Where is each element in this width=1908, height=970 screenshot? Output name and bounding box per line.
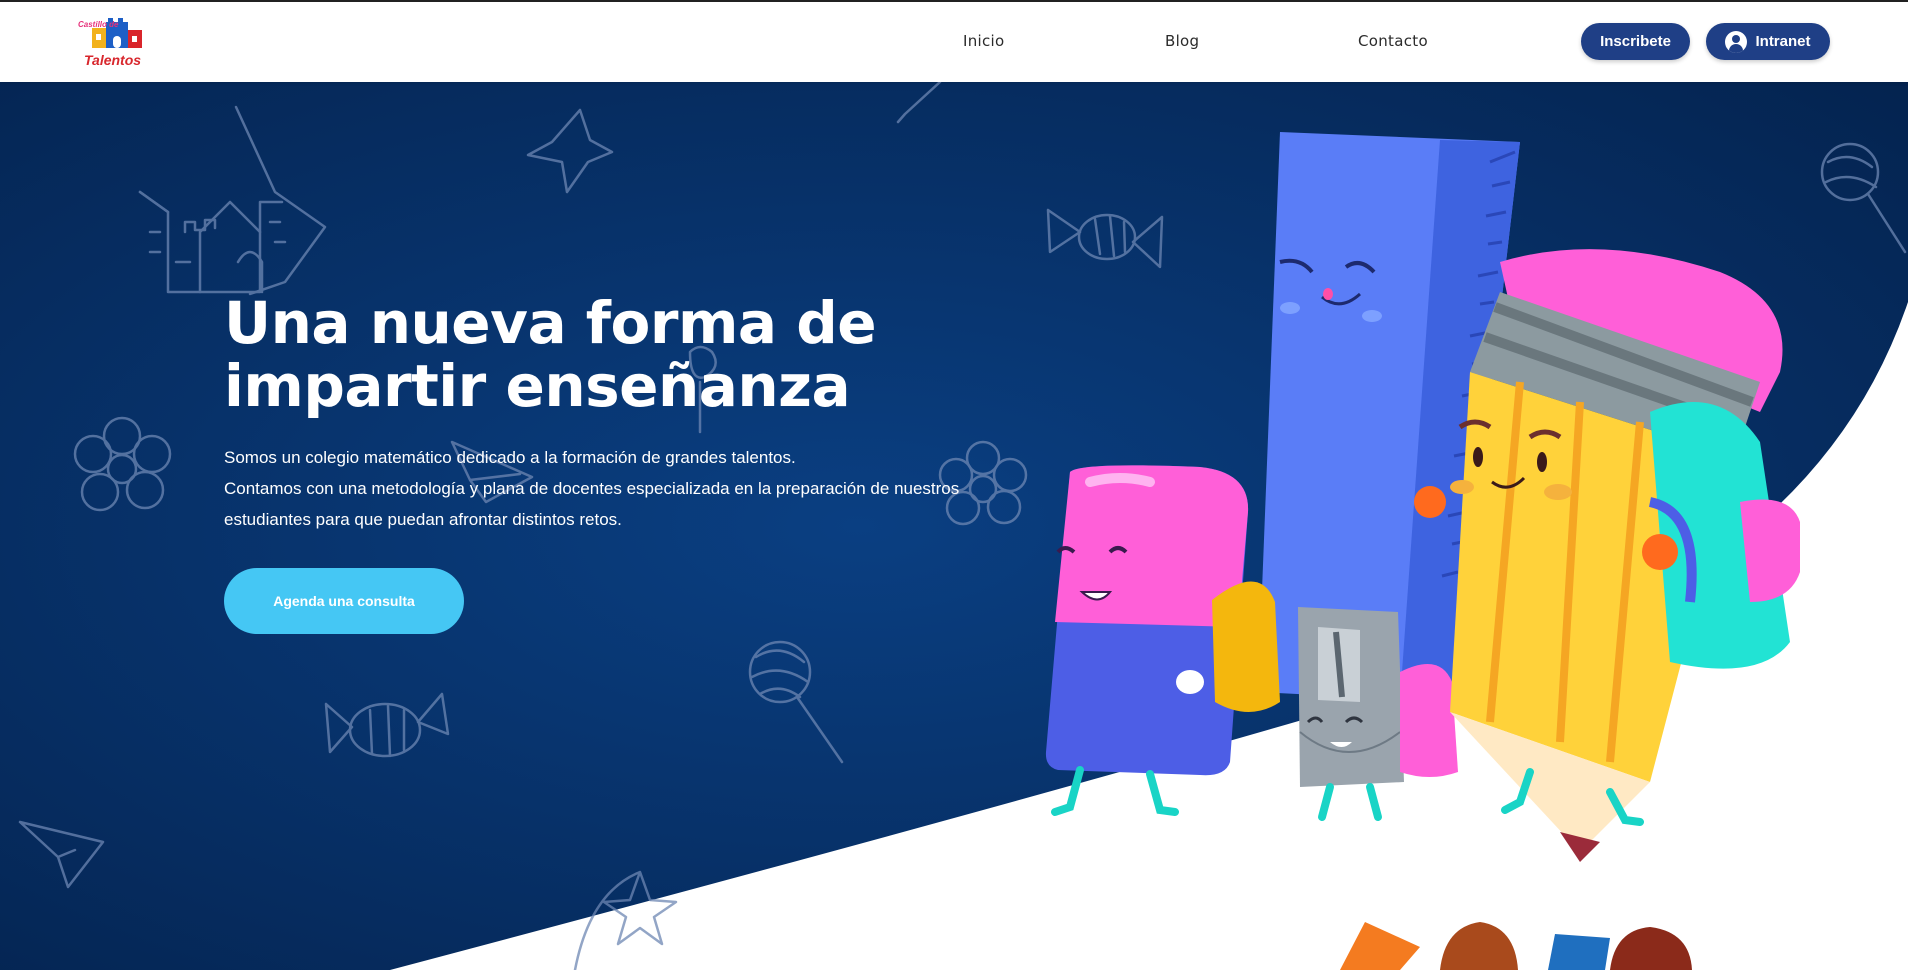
kids-illustration [1340, 922, 1692, 970]
hero-section: Una nueva forma de impartir enseñanza So… [0, 82, 1908, 970]
signup-button[interactable]: Inscribete [1581, 23, 1690, 60]
logo[interactable]: Castillo de Talentos [78, 16, 160, 68]
logo-top-text: Castillo de [78, 20, 119, 29]
signup-button-label: Inscribete [1600, 33, 1671, 50]
user-icon [1725, 30, 1748, 53]
nav-inicio[interactable]: Inicio [963, 32, 1005, 50]
nav-blog[interactable]: Blog [1165, 32, 1199, 50]
page: Castillo de Talentos Inicio Blog Contact… [0, 0, 1908, 970]
intranet-button-label: Intranet [1755, 33, 1811, 50]
school-supplies-illustration [1045, 132, 1800, 970]
logo-main-text: Talentos [84, 52, 142, 68]
intranet-button[interactable]: Intranet [1706, 23, 1830, 60]
nav-contacto[interactable]: Contacto [1358, 32, 1428, 50]
site-header: Castillo de Talentos Inicio Blog Contact… [0, 2, 1908, 82]
eraser-mascot [1045, 465, 1280, 816]
